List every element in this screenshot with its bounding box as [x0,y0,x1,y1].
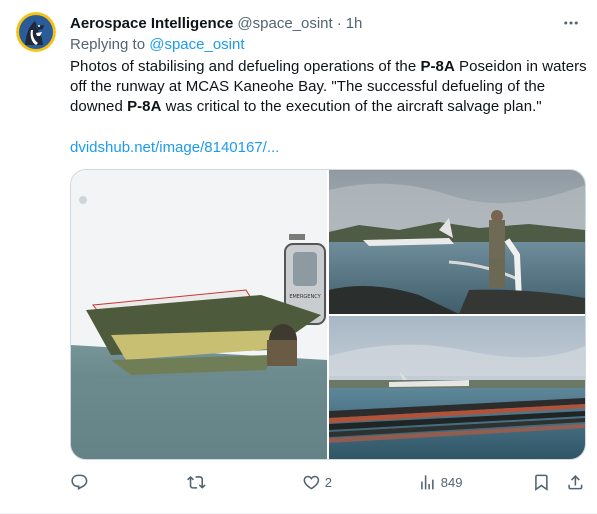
views-button[interactable]: 849 [418,470,462,494]
like-button[interactable]: 2 [302,470,332,494]
author-handle[interactable]: @space_osint [237,15,332,32]
svg-text:EMERGENCY: EMERGENCY [289,294,321,300]
action-bar: 2 849 [70,470,586,494]
tweet-text: Photos of stabilising and defueling oper… [70,57,590,117]
replying-to: Replying to @space_osint [70,36,245,53]
more-button[interactable] [561,13,581,33]
more-icon [564,21,578,25]
repost-icon [187,475,206,489]
tweet-text-part: was critical to the execution of the air… [165,98,542,115]
tweet-link[interactable]: dvidshub.net/image/8140167/... [70,139,279,156]
tweet[interactable]: Aerospace Intelligence @space_osint · 1h… [0,0,597,514]
views-icon [421,474,434,490]
media-grid: EMERGENCY [70,169,586,460]
repost-button[interactable] [187,470,210,494]
like-count: 2 [324,474,332,490]
bookmark-icon [535,474,548,491]
share-button[interactable] [566,470,585,494]
tweet-header: Aerospace Intelligence @space_osint · 1h [70,12,581,34]
separator-dot: · [336,14,342,32]
photo-defueling-wing-closeup: EMERGENCY [71,170,327,459]
views-count: 849 [440,474,463,490]
photo-aircraft-in-water-with-hose [329,170,585,314]
timestamp[interactable]: 1h [346,15,363,32]
photo-containment-boom [329,316,585,459]
reply-button[interactable] [70,470,93,494]
tweet-text-part: Photos of stabilising and defueling oper… [70,58,417,75]
media-image-3[interactable] [329,316,585,459]
like-icon [303,475,320,490]
author-name[interactable]: Aerospace Intelligence [70,15,233,32]
replying-to-handle[interactable]: @space_osint [149,36,244,53]
media-image-2[interactable] [329,170,585,314]
replying-to-label: Replying to [70,36,146,53]
avatar[interactable] [16,12,56,52]
reply-icon [71,474,88,490]
bookmark-button[interactable] [532,470,551,494]
media-image-1[interactable]: EMERGENCY [71,170,327,459]
share-icon [568,474,583,490]
avatar-logo [16,12,56,52]
tweet-text-bold: P-8A [127,98,162,115]
tweet-text-bold: P-8A [420,58,455,75]
